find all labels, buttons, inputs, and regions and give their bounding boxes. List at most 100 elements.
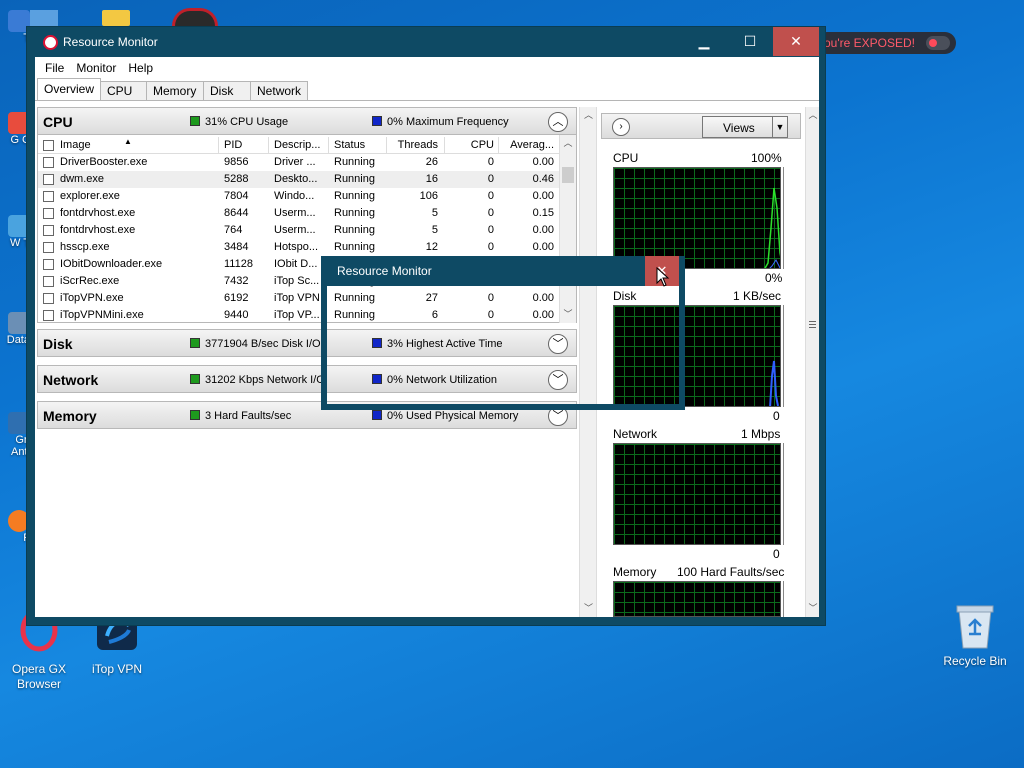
- network-graph-max: 1 Mbps: [741, 427, 781, 441]
- table-row[interactable]: dwm.exe 5288 Deskto... Running 16 0 0.46: [38, 171, 560, 188]
- cell-avg: 0.46: [532, 173, 554, 185]
- cell-threads: 5: [431, 207, 438, 219]
- cpu-graph-max: 100%: [751, 151, 782, 165]
- table-row[interactable]: fontdrvhost.exe 764 Userm... Running 5 0 0.00: [38, 222, 560, 239]
- cpu-section-header[interactable]: CPU 31% CPU Usage 0% Maximum Frequency ︿: [37, 107, 577, 135]
- memory-graph: [613, 581, 781, 617]
- chevron-up-icon[interactable]: ︿: [548, 112, 568, 132]
- dialog-title-bar[interactable]: Resource Monitor ✕: [321, 256, 685, 286]
- scroll-down-icon[interactable]: ﹀: [806, 600, 820, 617]
- dropdown-arrow-icon[interactable]: ▼: [772, 117, 787, 137]
- row-checkbox[interactable]: [43, 174, 54, 185]
- menu-help[interactable]: Help: [122, 61, 159, 75]
- desktop-icon-blue-partial[interactable]: [30, 10, 58, 26]
- col-status[interactable]: Status: [334, 139, 390, 151]
- graphs-scrollbar[interactable]: ︿ ﹀: [805, 107, 819, 617]
- window-title: Resource Monitor: [63, 35, 158, 49]
- menu-file[interactable]: File: [39, 61, 70, 75]
- cell-threads: 12: [425, 241, 438, 253]
- table-row[interactable]: explorer.exe 7804 Windo... Running 106 0 0.00: [38, 188, 560, 205]
- scroll-up-icon[interactable]: ︿: [580, 107, 597, 124]
- mouse-cursor-icon: [656, 266, 670, 287]
- cell-image: fontdrvhost.exe: [60, 224, 136, 236]
- cpu-graph-label: CPU: [613, 151, 639, 165]
- row-checkbox[interactable]: [43, 293, 54, 304]
- cell-pid: 5288: [224, 173, 249, 185]
- cpu-graph: [613, 167, 781, 269]
- col-description[interactable]: Descrip...: [274, 139, 330, 151]
- views-dropdown[interactable]: Views ▼: [702, 116, 788, 138]
- row-checkbox[interactable]: [43, 191, 54, 202]
- tab-disk[interactable]: Disk: [203, 81, 252, 100]
- cell-pid: 764: [224, 224, 243, 236]
- scroll-up-icon[interactable]: ︿: [806, 107, 820, 124]
- cpu-max-frequency: 0% Maximum Frequency: [387, 116, 509, 128]
- minimize-button[interactable]: ▁: [681, 27, 727, 56]
- cell-image: iScrRec.exe: [60, 275, 120, 287]
- cell-image: fontdrvhost.exe: [60, 207, 136, 219]
- disk-graph-min: 0: [773, 409, 780, 423]
- col-image[interactable]: Image: [60, 139, 218, 151]
- network-graph: [613, 443, 781, 545]
- cell-threads: 16: [425, 173, 438, 185]
- network-graph-plot: [614, 444, 781, 545]
- cell-cpu: 0: [487, 224, 494, 236]
- desktop-icon-folder-partial[interactable]: [102, 10, 130, 26]
- cpu-section-title: CPU: [43, 114, 73, 130]
- row-checkbox[interactable]: [43, 157, 54, 168]
- green-legend-icon: [190, 116, 200, 126]
- close-button[interactable]: ✕: [773, 27, 819, 56]
- cell-avg: 0.00: [532, 241, 554, 253]
- col-cpu[interactable]: CPU: [448, 139, 494, 151]
- scroll-down-icon[interactable]: ﹀: [580, 600, 597, 617]
- row-checkbox[interactable]: [43, 259, 54, 270]
- cell-cpu: 0: [487, 207, 494, 219]
- col-average[interactable]: Averag...: [500, 139, 554, 151]
- tab-memory[interactable]: Memory: [146, 81, 205, 100]
- scroll-up-icon[interactable]: ︿: [560, 135, 576, 152]
- row-checkbox[interactable]: [43, 242, 54, 253]
- cell-pid: 8644: [224, 207, 249, 219]
- row-checkbox[interactable]: [43, 208, 54, 219]
- table-row[interactable]: fontdrvhost.exe 8644 Userm... Running 5 0 0.15: [38, 205, 560, 222]
- exposed-warning-badge[interactable]: ou're EXPOSED!: [816, 32, 956, 54]
- toggle-icon[interactable]: [926, 36, 950, 50]
- cell-status: Running: [334, 190, 375, 202]
- sort-ascending-icon: ▲: [124, 137, 132, 146]
- desktop-icon-app-partial[interactable]: [172, 8, 218, 26]
- tab-network[interactable]: Network: [250, 81, 309, 100]
- cell-status: Running: [334, 207, 375, 219]
- cell-desc: Hotspo...: [274, 241, 319, 253]
- title-bar[interactable]: Resource Monitor ▁ ☐ ✕: [27, 27, 825, 57]
- cell-cpu: 0: [487, 173, 494, 185]
- resource-monitor-icon: [43, 35, 58, 50]
- desktop-icon-recycle-bin[interactable]: Recycle Bin: [940, 604, 1010, 668]
- cell-cpu: 0: [487, 241, 494, 253]
- cell-avg: 0.00: [532, 156, 554, 168]
- cell-pid: 11128: [224, 258, 253, 270]
- resource-monitor-dialog: Resource Monitor ✕: [321, 256, 685, 410]
- col-threads[interactable]: Threads: [390, 139, 438, 151]
- network-section-title: Network: [43, 372, 99, 388]
- select-all-checkbox[interactable]: [43, 140, 54, 151]
- row-checkbox[interactable]: [43, 276, 54, 287]
- table-row[interactable]: DriverBooster.exe 9856 Driver ... Running 26…: [38, 154, 560, 171]
- splitter-grip-icon[interactable]: [809, 321, 816, 330]
- disk-io: 3771904 B/sec Disk I/O: [205, 338, 321, 350]
- menu-monitor[interactable]: Monitor: [70, 61, 122, 75]
- maximize-button[interactable]: ☐: [727, 27, 773, 56]
- tab-strip: Overview CPU Memory Disk Network: [35, 78, 819, 101]
- recycle-bin-icon: [956, 605, 994, 649]
- cpu-graph-plot: [764, 187, 780, 268]
- scroll-thumb[interactable]: [562, 167, 574, 183]
- blue-legend-icon: [372, 116, 382, 126]
- tab-cpu[interactable]: CPU: [100, 81, 148, 100]
- table-row[interactable]: hsscp.exe 3484 Hotspo... Running 12 0 0.00: [38, 239, 560, 256]
- row-checkbox[interactable]: [43, 225, 54, 236]
- chevron-right-icon[interactable]: ›: [612, 118, 630, 136]
- tab-overview[interactable]: Overview: [37, 78, 102, 100]
- col-pid[interactable]: PID: [224, 139, 270, 151]
- cell-status: Running: [334, 224, 375, 236]
- row-checkbox[interactable]: [43, 310, 54, 321]
- cell-avg: 0.00: [532, 190, 554, 202]
